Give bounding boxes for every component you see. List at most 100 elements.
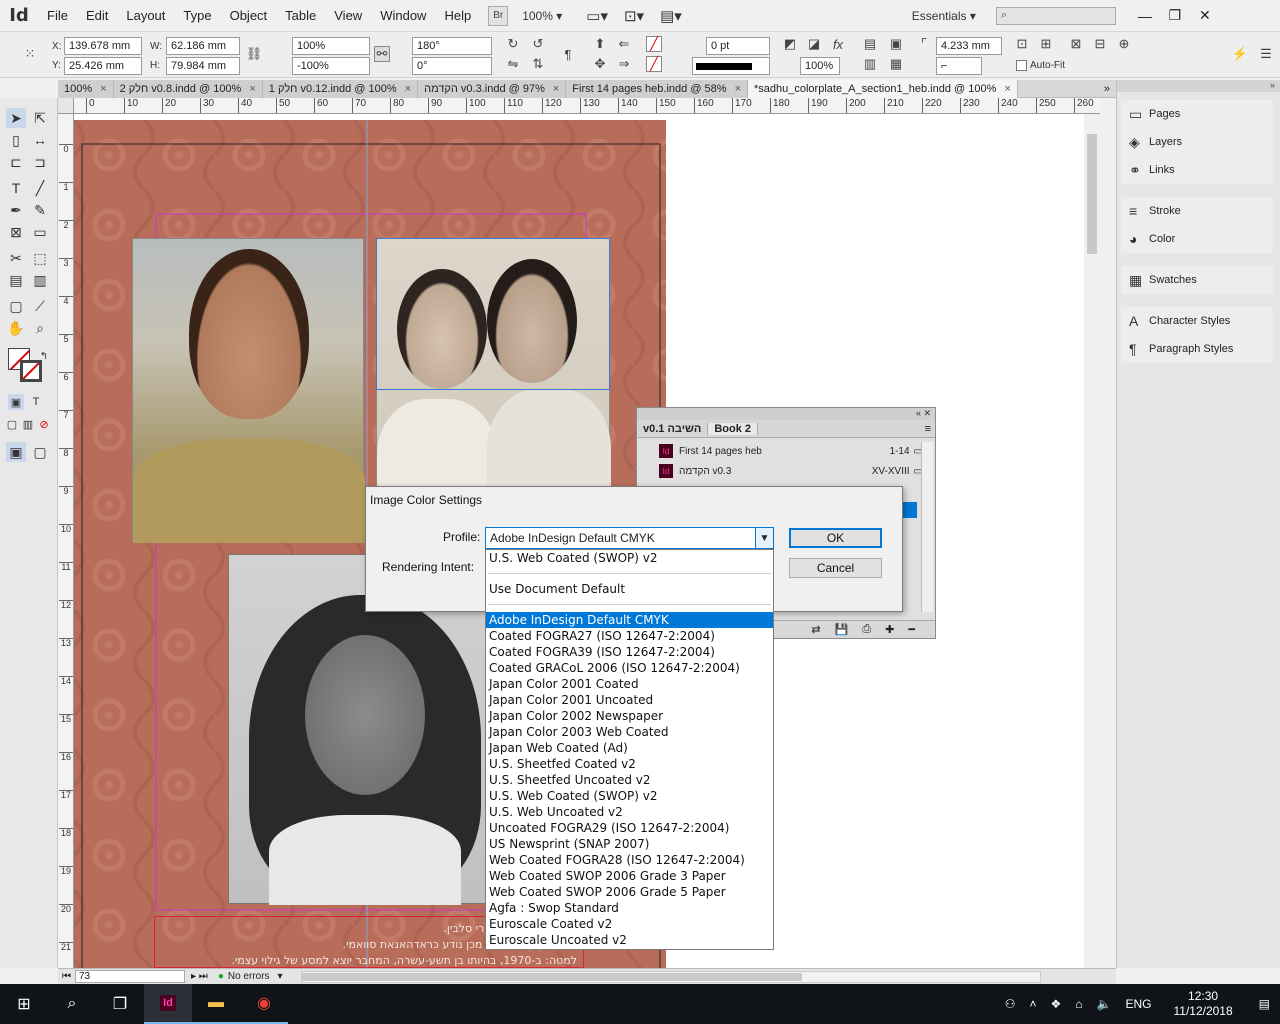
constrain-proportions-icon[interactable]: ⛓: [246, 46, 263, 62]
dropdown-option[interactable]: U.S. Web Uncoated v2: [486, 804, 773, 820]
normal-view-icon[interactable]: ▣: [6, 442, 26, 462]
save-book-icon[interactable]: 💾: [835, 623, 849, 636]
eyedropper-tool-icon[interactable]: ⟋: [30, 296, 50, 316]
close-icon[interactable]: ×: [553, 83, 559, 95]
cancel-button[interactable]: Cancel: [789, 558, 882, 578]
action-center-icon[interactable]: ▤: [1259, 997, 1270, 1011]
book-list-scrollbar[interactable]: [921, 442, 933, 612]
content-collector-icon[interactable]: ⊏: [6, 152, 26, 172]
wrap-next-column-icon[interactable]: ▦: [888, 56, 904, 72]
page-tool-icon[interactable]: ▯: [6, 130, 26, 150]
paragraph-styles-panel-button[interactable]: ¶ Paragraph Styles: [1121, 335, 1273, 363]
content-placer-icon[interactable]: ⊐: [30, 152, 50, 172]
scissors-tool-icon[interactable]: ✂: [6, 248, 26, 268]
rotate-cw-icon[interactable]: ↻: [505, 36, 521, 52]
ruler-corner[interactable]: [58, 98, 74, 114]
dropdown-option-selected[interactable]: Adobe InDesign Default CMYK: [486, 612, 773, 628]
scale-y-field[interactable]: -100%: [292, 57, 370, 75]
apply-gradient-icon[interactable]: ▥: [20, 416, 36, 432]
dropdown-option[interactable]: Use Document Default: [486, 581, 773, 597]
links-panel-button[interactable]: ⚭ Links: [1121, 156, 1273, 184]
vertical-scrollbar[interactable]: [1084, 114, 1100, 968]
page-number-field[interactable]: 73: [75, 970, 185, 983]
close-icon[interactable]: ×: [735, 83, 741, 95]
people-icon[interactable]: ⚇: [1005, 997, 1016, 1011]
scale-x-field[interactable]: 100%: [292, 37, 370, 55]
profile-dropdown-list[interactable]: U.S. Web Coated (SWOP) v2 Use Document D…: [485, 549, 774, 950]
windows-start-icon[interactable]: ⊞: [0, 984, 48, 1024]
chrome-icon[interactable]: ◉: [240, 984, 288, 1024]
tab-doc-6[interactable]: *sadhu_colorplate_A_section1_heb.indd @ …: [748, 80, 1018, 98]
control-panel-menu-icon[interactable]: ☰: [1258, 46, 1274, 62]
indesign-taskbar-icon[interactable]: Id: [144, 984, 192, 1024]
menu-edit[interactable]: Edit: [77, 8, 117, 23]
swatches-panel-button[interactable]: ▦ Swatches: [1121, 266, 1273, 294]
wrap-jump-icon[interactable]: ▥: [862, 56, 878, 72]
text-wrap-icon[interactable]: ▤: [862, 36, 878, 52]
apply-color-icon[interactable]: ▢: [4, 416, 20, 432]
preview-mode-icon[interactable]: ▢: [30, 442, 50, 462]
close-icon[interactable]: ×: [249, 83, 255, 95]
flip-v-icon[interactable]: ⇅: [530, 56, 546, 72]
zoom-dropdown[interactable]: 100% ▾: [522, 9, 562, 23]
dropdown-option[interactable]: Agfa : Swop Standard: [486, 900, 773, 916]
select-next-icon[interactable]: ⇒: [616, 56, 632, 72]
opacity-field[interactable]: 100%: [800, 57, 840, 75]
chevron-down-icon[interactable]: ▼: [755, 528, 773, 548]
close-icon[interactable]: ×: [1004, 83, 1010, 95]
book-row[interactable]: Id הקדמה v0.3 XV-XVIII ▭: [659, 462, 923, 480]
center-content-icon[interactable]: ⊕: [1116, 36, 1132, 52]
effects-icon[interactable]: ◩: [782, 36, 798, 52]
scrollbar-thumb[interactable]: [301, 972, 802, 981]
close-icon[interactable]: ×: [100, 83, 106, 95]
rotate-ccw-icon[interactable]: ↺: [530, 36, 546, 52]
menu-type[interactable]: Type: [174, 8, 220, 23]
shear-field[interactable]: 0°: [412, 57, 492, 75]
workspace-dropdown[interactable]: Essentials ▾: [912, 9, 976, 23]
dropdown-option[interactable]: Euroscale Coated v2: [486, 916, 773, 932]
tab-doc-5[interactable]: First 14 pages heb.indd @ 58% ×: [566, 80, 748, 98]
more-tabs-icon[interactable]: »: [1098, 80, 1116, 98]
profile-select[interactable]: Adobe InDesign Default CMYK ▼: [485, 527, 774, 549]
vertical-ruler[interactable]: 012345678910111213141516171819202122: [58, 114, 74, 968]
w-field[interactable]: 62.186 mm: [166, 37, 240, 55]
minimize-button[interactable]: —: [1130, 5, 1160, 27]
y-field[interactable]: 25.426 mm: [64, 57, 142, 75]
chevron-down-icon[interactable]: ▾: [270, 971, 291, 982]
formatting-container-icon[interactable]: ▣: [8, 394, 24, 410]
dropdown-option[interactable]: U.S. Web Coated (SWOP) v2: [486, 788, 773, 804]
swap-fill-stroke-icon[interactable]: ↰: [34, 346, 54, 366]
tab-doc-4[interactable]: הקדמה v0.3.indd @ 97% ×: [418, 80, 567, 98]
book-row[interactable]: Id First 14 pages heb 1-14 ▭: [659, 442, 923, 460]
rotate-field[interactable]: 180°: [412, 37, 492, 55]
synchronize-icon[interactable]: ⇄: [811, 623, 820, 636]
fill-none-icon[interactable]: ╱: [646, 36, 662, 52]
help-search-input[interactable]: ⌕: [995, 6, 1116, 25]
remove-document-icon[interactable]: ━: [908, 623, 915, 636]
select-content-icon[interactable]: ✥: [592, 56, 608, 72]
language-indicator[interactable]: ENG: [1125, 997, 1151, 1011]
character-styles-panel-button[interactable]: A Character Styles: [1121, 307, 1273, 335]
dropdown-option[interactable]: US Newsprint (SNAP 2007): [486, 836, 773, 852]
dropdown-option[interactable]: Web Coated FOGRA28 (ISO 12647-2:2004): [486, 852, 773, 868]
tab-doc-3[interactable]: 1 חלק v0.12.indd @ 100% ×: [262, 80, 419, 98]
stroke-type-dropdown[interactable]: [692, 57, 770, 75]
hand-tool-icon[interactable]: ✋: [6, 318, 26, 338]
task-view-icon[interactable]: ❐: [96, 984, 144, 1024]
horizontal-ruler[interactable]: 0 10 20 30 40 50 60 70 80 90 100 110 120 130 140 150 160…: [74, 98, 1100, 114]
fx-icon[interactable]: fx: [830, 36, 846, 52]
dropbox-icon[interactable]: ❖: [1051, 997, 1062, 1011]
color-panel-button[interactable]: ◕ Color: [1121, 225, 1273, 253]
dropdown-option[interactable]: Coated FOGRA27 (ISO 12647-2:2004): [486, 628, 773, 644]
rectangle-tool-icon[interactable]: ▭: [30, 222, 50, 242]
corner-shape-icon[interactable]: ⌜: [916, 36, 932, 52]
menu-help[interactable]: Help: [435, 8, 480, 23]
menu-file[interactable]: File: [38, 8, 77, 23]
stroke-none-icon[interactable]: ╱: [646, 56, 662, 72]
select-previous-icon[interactable]: ⇐: [616, 36, 632, 52]
tab-book-2[interactable]: Book 2: [707, 422, 759, 435]
pencil-tool-icon[interactable]: ✎: [30, 200, 50, 220]
restore-button[interactable]: ❐: [1160, 5, 1190, 27]
dropdown-option[interactable]: Web Coated SWOP 2006 Grade 3 Paper: [486, 868, 773, 884]
gradient-swatch-tool-icon[interactable]: ▤: [6, 270, 26, 290]
